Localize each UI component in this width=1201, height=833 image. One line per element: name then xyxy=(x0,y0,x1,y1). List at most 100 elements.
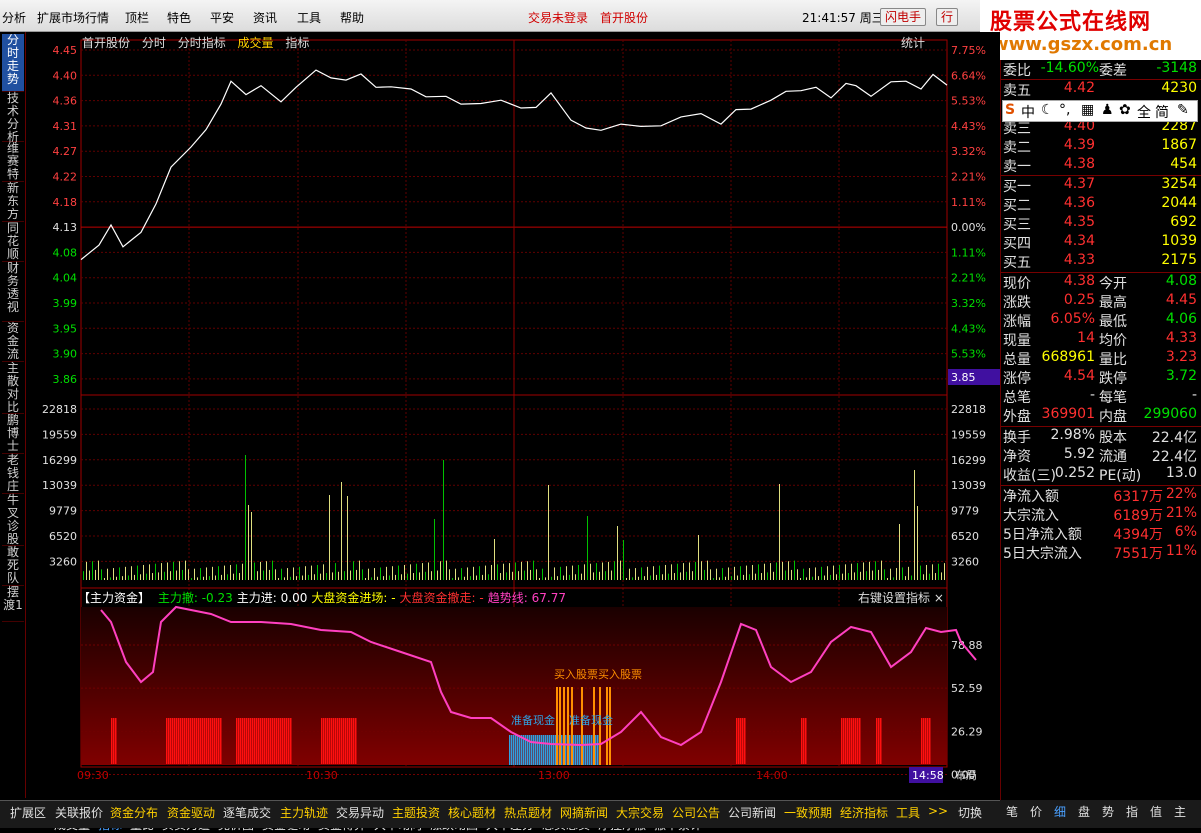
moon-icon[interactable]: ☾ xyxy=(1041,102,1054,118)
flow-row[interactable]: 大宗流入 6189万 21% xyxy=(1003,505,1199,524)
left-tab-4[interactable]: 同花顺 xyxy=(2,222,24,262)
flow-row[interactable]: 净流入额 6317万 22% xyxy=(1003,486,1199,505)
menu-tools[interactable]: 工具 xyxy=(297,9,321,26)
right-footer-tab-5[interactable]: 指 xyxy=(1126,803,1138,820)
footer-tab-7[interactable]: 主题投资 xyxy=(392,804,440,821)
stat-row[interactable]: 涨幅 6.05% 最低 4.06 xyxy=(1003,311,1199,330)
footer-tab-11[interactable]: 大宗交易 xyxy=(616,804,664,821)
footer-tab-0[interactable]: 扩展区 xyxy=(10,804,46,821)
ask-row[interactable]: 卖一 4.38 454 xyxy=(1003,156,1199,175)
footer-tab-5[interactable]: 主力轨迹 xyxy=(280,804,328,821)
ime-chinese[interactable]: 中 xyxy=(1021,102,1035,122)
left-tab-2[interactable]: 维赛特 xyxy=(2,142,24,182)
stat-row[interactable]: 总量 668961 量比 3.23 xyxy=(1003,349,1199,368)
keyboard-icon[interactable]: ▦ xyxy=(1081,102,1094,118)
webi-row[interactable]: 委比 -14.60% 委差 -3148 xyxy=(1003,60,1199,79)
ask-row[interactable]: 卖五 4.42 4230 xyxy=(1003,80,1199,99)
flow-row[interactable]: 5日大宗流入 7551万 11% xyxy=(1003,543,1199,562)
footer-tab-3[interactable]: 资金驱动 xyxy=(167,804,215,821)
stat-row[interactable]: 外盘 369901 内盘 299060 xyxy=(1003,406,1199,425)
menu-help[interactable]: 帮助 xyxy=(340,9,364,26)
quote-button[interactable]: 行 xyxy=(936,8,959,26)
menu-news[interactable]: 资讯 xyxy=(253,9,277,26)
flash-trade-button[interactable]: 闪电手 xyxy=(880,8,927,26)
ask-row[interactable]: 卖二 4.39 1867 xyxy=(1003,137,1199,156)
stat-row[interactable]: 涨停 4.54 跌停 3.72 xyxy=(1003,368,1199,387)
chart-tab-fenshi[interactable]: 分时 xyxy=(142,36,166,50)
footer-tab-18[interactable]: 切换 xyxy=(958,804,982,821)
skin-icon[interactable]: ✿ xyxy=(1119,102,1131,118)
bid-row[interactable]: 买二 4.36 2044 xyxy=(1003,195,1199,214)
volume-bar xyxy=(572,565,573,580)
trade-status[interactable]: 交易未登录 xyxy=(528,9,588,26)
left-tab-1[interactable]: 技术分析 xyxy=(2,92,24,144)
right-footer-tab-7[interactable]: 主 xyxy=(1174,803,1186,820)
right-footer-tab-0[interactable]: 笔 xyxy=(1006,803,1018,820)
bid-row[interactable]: 买四 4.34 1039 xyxy=(1003,233,1199,252)
user-icon[interactable]: ♟ xyxy=(1101,102,1114,118)
fin-row[interactable]: 换手 2.98% 股本 22.4亿 xyxy=(1003,427,1199,446)
volume-bar xyxy=(173,561,174,580)
right-footer-tab-4[interactable]: 势 xyxy=(1102,803,1114,820)
ime-full-width[interactable]: 全 xyxy=(1137,102,1151,122)
stat-row[interactable]: 总笔 - 每笔 - xyxy=(1003,387,1199,406)
fin-row[interactable]: 收益(三) 0.252 PE(动) 13.0 xyxy=(1003,465,1199,484)
chart-tab-volume[interactable]: 成交量 xyxy=(238,36,274,50)
stat-row[interactable]: 现价 4.38 今开 4.08 xyxy=(1003,273,1199,292)
right-footer-tab-3[interactable]: 盘 xyxy=(1078,803,1090,820)
chart-tab-indicator[interactable]: 指标 xyxy=(285,36,309,50)
footer-tab-13[interactable]: 公司新闻 xyxy=(728,804,776,821)
footer-tab-14[interactable]: 一致预期 xyxy=(784,804,832,821)
menu-analysis[interactable]: 分析 xyxy=(2,9,26,26)
indicator-name[interactable]: 【主力资金】 xyxy=(78,591,150,605)
left-tab-3[interactable]: 新东方 xyxy=(2,182,24,222)
chart-tab-fenshi-indicator[interactable]: 分时指标 xyxy=(178,36,226,50)
right-footer-tab-2[interactable]: 细 xyxy=(1054,803,1066,820)
indicator-settings-label[interactable]: 右键设置指标 xyxy=(858,591,930,605)
indicator-settings[interactable]: 右键设置指标 × xyxy=(858,589,944,606)
signal-bar-blue xyxy=(541,735,543,765)
stat-row[interactable]: 涨跌 0.25 最高 4.45 xyxy=(1003,292,1199,311)
bid-row[interactable]: 买一 4.37 3254 xyxy=(1003,176,1199,195)
right-footer-tab-1[interactable]: 价 xyxy=(1030,803,1042,820)
left-tab-12[interactable]: 摆渡1 xyxy=(2,586,24,622)
left-tab-6[interactable]: 资金流 xyxy=(2,322,24,362)
footer-tab-12[interactable]: 公司公告 xyxy=(672,804,720,821)
footer-tab-2[interactable]: 资金分布 xyxy=(110,804,158,821)
menu-ext-market[interactable]: 扩展市场行情 xyxy=(37,9,109,26)
ime-toolbar[interactable]: S 中 ☾ °, ▦ ♟ ✿ 全 简 ✎ xyxy=(1002,100,1198,122)
menu-topbar[interactable]: 顶栏 xyxy=(125,9,149,26)
footer-tab-10[interactable]: 网摘新闻 xyxy=(560,804,608,821)
bid-row[interactable]: 买五 4.33 2175 xyxy=(1003,252,1199,271)
footer-tab-9[interactable]: 热点题材 xyxy=(504,804,552,821)
footer-tab-8[interactable]: 核心题材 xyxy=(448,804,496,821)
left-tab-11[interactable]: 敢死队 xyxy=(2,546,24,586)
footer-tab-15[interactable]: 经济指标 xyxy=(840,804,888,821)
left-tab-9[interactable]: 老钱庄 xyxy=(2,454,24,494)
left-tab-5[interactable]: 财务透视 xyxy=(2,262,24,322)
footer-tab-6[interactable]: 交易异动 xyxy=(336,804,384,821)
left-tab-0[interactable]: 分时走势 xyxy=(2,34,24,92)
footer-tab-17[interactable]: >> xyxy=(928,804,948,818)
footer-tab-1[interactable]: 关联报价 xyxy=(55,804,103,821)
bid-row[interactable]: 买三 4.35 692 xyxy=(1003,214,1199,233)
layout-button[interactable]: 布局 xyxy=(955,769,977,782)
wrench-icon[interactable]: ✎ xyxy=(1177,102,1189,118)
left-tab-8[interactable]: 鹏博士 xyxy=(2,414,24,454)
footer-tab-16[interactable]: 工具 xyxy=(896,804,920,821)
right-footer-tab-6[interactable]: 值 xyxy=(1150,803,1162,820)
footer-tab-4[interactable]: 逐笔成交 xyxy=(223,804,271,821)
intraday-chart[interactable]: 4.45 7.75% 4.40 6.64% 4.36 5.53% 4.31 4.43% 4.27… xyxy=(26,32,1000,784)
flow-row[interactable]: 5日净流入额 4394万 6% xyxy=(1003,524,1199,543)
stat-button[interactable]: 统计 xyxy=(901,34,925,51)
menu-special[interactable]: 特色 xyxy=(167,9,191,26)
left-tab-10[interactable]: 牛叉诊股 xyxy=(2,494,24,546)
fin-row[interactable]: 净资 5.92 流通 22.4亿 xyxy=(1003,446,1199,465)
close-icon[interactable]: × xyxy=(934,591,944,605)
punct-icon[interactable]: °, xyxy=(1059,102,1070,118)
left-tab-7[interactable]: 主散对比 xyxy=(2,362,24,414)
ime-simplified[interactable]: 简 xyxy=(1155,102,1169,122)
menu-pingan[interactable]: 平安 xyxy=(210,9,234,26)
volume-bar xyxy=(773,571,774,580)
stat-row[interactable]: 现量 14 均价 4.33 xyxy=(1003,330,1199,349)
